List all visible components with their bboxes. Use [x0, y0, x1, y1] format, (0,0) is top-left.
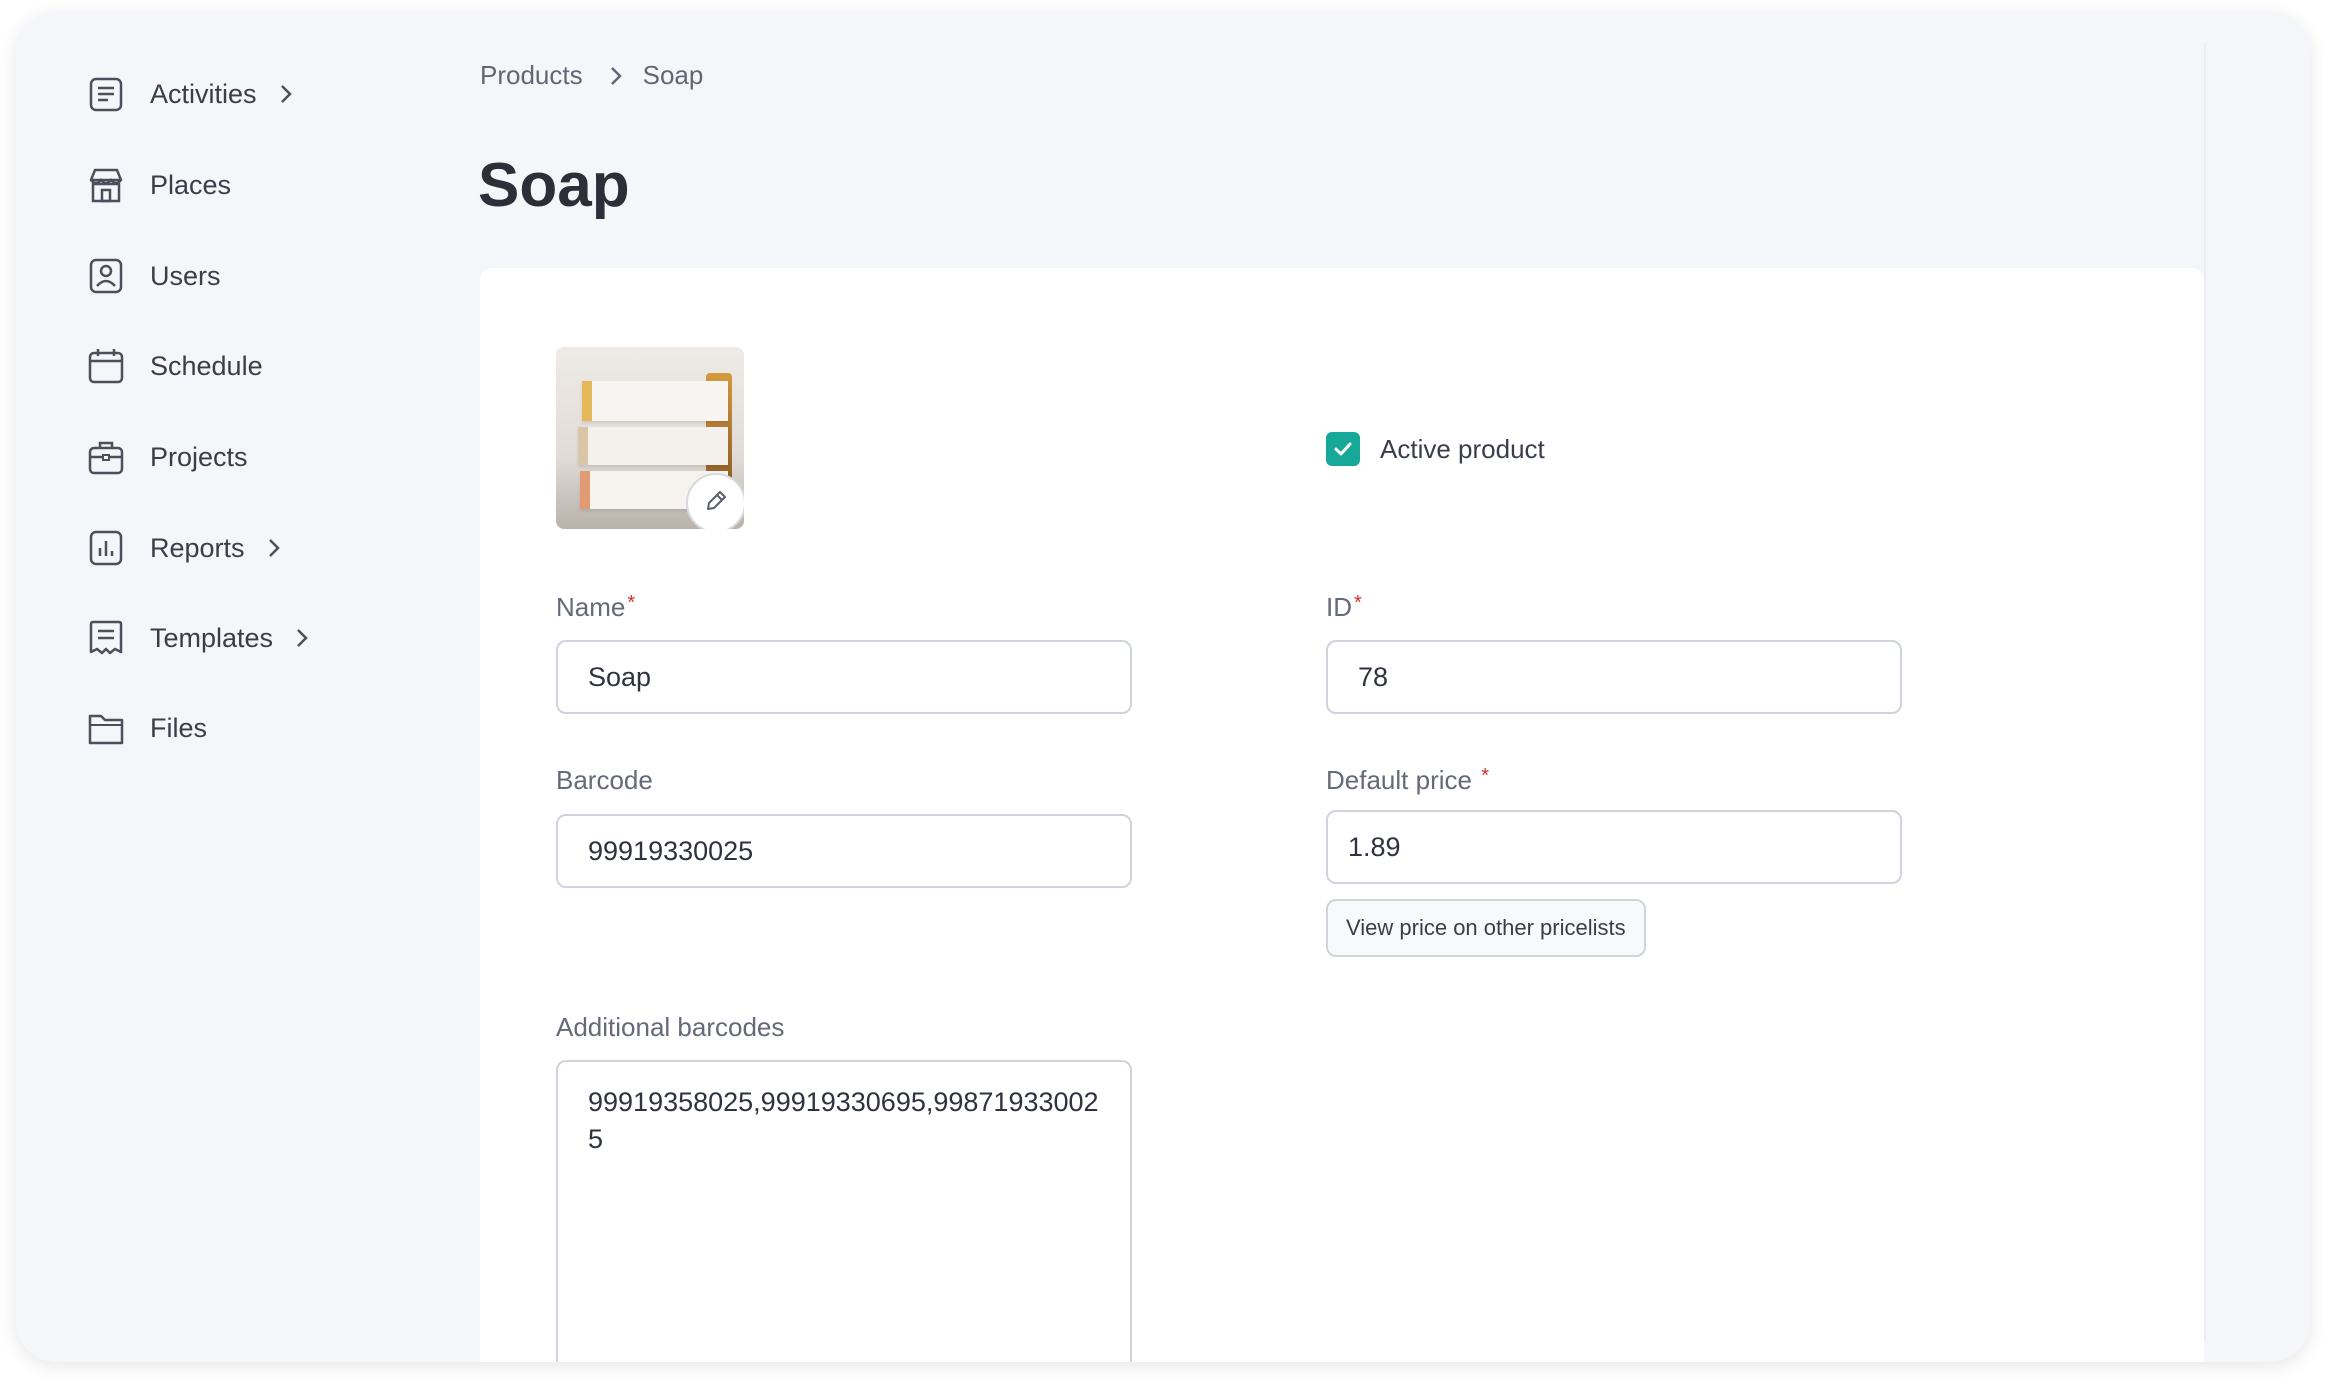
sidebar-item-label: Files	[150, 712, 208, 743]
additional-barcodes-field[interactable]: 99919358025,99919330695,998719330025	[556, 1060, 1132, 1362]
chevron-right-icon	[279, 83, 301, 105]
additional-barcodes-label: Additional barcodes	[556, 1012, 785, 1042]
sidebar-item-label: Places	[150, 169, 232, 200]
breadcrumb-current: Soap	[642, 60, 704, 90]
sidebar-item-label: Templates	[150, 622, 274, 653]
barcode-field[interactable]	[556, 814, 1132, 888]
sidebar-item-label: Schedule	[150, 350, 263, 381]
chevron-right-icon	[295, 627, 317, 649]
pencil-icon	[703, 488, 729, 519]
breadcrumb: Products Soap	[480, 60, 703, 91]
calendar-icon	[86, 346, 126, 386]
activities-icon	[86, 74, 126, 114]
edit-image-button[interactable]	[686, 473, 744, 529]
sidebar-item-label: Reports	[150, 532, 245, 563]
sidebar: Activities Places Users Schedule Project…	[16, 12, 436, 1362]
page-title: Soap	[478, 151, 630, 220]
sidebar-item-activities[interactable]: Activities	[86, 66, 301, 122]
sidebar-item-projects[interactable]: Projects	[86, 429, 248, 485]
checkmark-icon[interactable]	[1326, 432, 1360, 466]
user-icon	[86, 256, 126, 296]
chevron-right-icon	[609, 65, 623, 87]
app-window: Activities Places Users Schedule Project…	[16, 12, 2310, 1362]
chart-icon	[86, 528, 126, 568]
name-field[interactable]	[556, 640, 1132, 714]
product-image	[556, 347, 744, 529]
sidebar-item-label: Activities	[150, 78, 257, 109]
content-divider	[2204, 42, 2206, 1342]
folder-icon	[86, 708, 126, 748]
sidebar-item-reports[interactable]: Reports	[86, 520, 289, 576]
sidebar-item-places[interactable]: Places	[86, 157, 231, 213]
barcode-label: Barcode	[556, 765, 653, 795]
template-icon	[86, 618, 126, 658]
store-icon	[86, 165, 126, 205]
required-marker: *	[627, 592, 636, 614]
id-field[interactable]	[1326, 640, 1902, 714]
sidebar-item-label: Projects	[150, 441, 248, 472]
briefcase-icon	[86, 437, 126, 477]
active-product-checkbox[interactable]: Active product	[1326, 432, 1545, 466]
chevron-right-icon	[267, 537, 289, 559]
view-price-pricelists-button[interactable]: View price on other pricelists	[1326, 899, 1646, 957]
sidebar-item-label: Users	[150, 260, 221, 291]
sidebar-item-users[interactable]: Users	[86, 248, 221, 304]
breadcrumb-products-link[interactable]: Products	[480, 60, 583, 91]
default-price-label: Default price *	[1326, 765, 1489, 795]
name-label: Name *	[556, 592, 636, 622]
required-marker: *	[1354, 592, 1362, 614]
sidebar-item-templates[interactable]: Templates	[86, 610, 317, 666]
active-product-label: Active product	[1380, 433, 1545, 464]
required-marker: *	[1481, 765, 1489, 787]
sidebar-item-files[interactable]: Files	[86, 700, 207, 756]
default-price-field[interactable]	[1326, 810, 1902, 884]
id-label: ID *	[1326, 592, 1362, 622]
product-form-card: Active product Name* ID* Barcode Default…	[480, 268, 2204, 1362]
sidebar-item-schedule[interactable]: Schedule	[86, 338, 263, 394]
